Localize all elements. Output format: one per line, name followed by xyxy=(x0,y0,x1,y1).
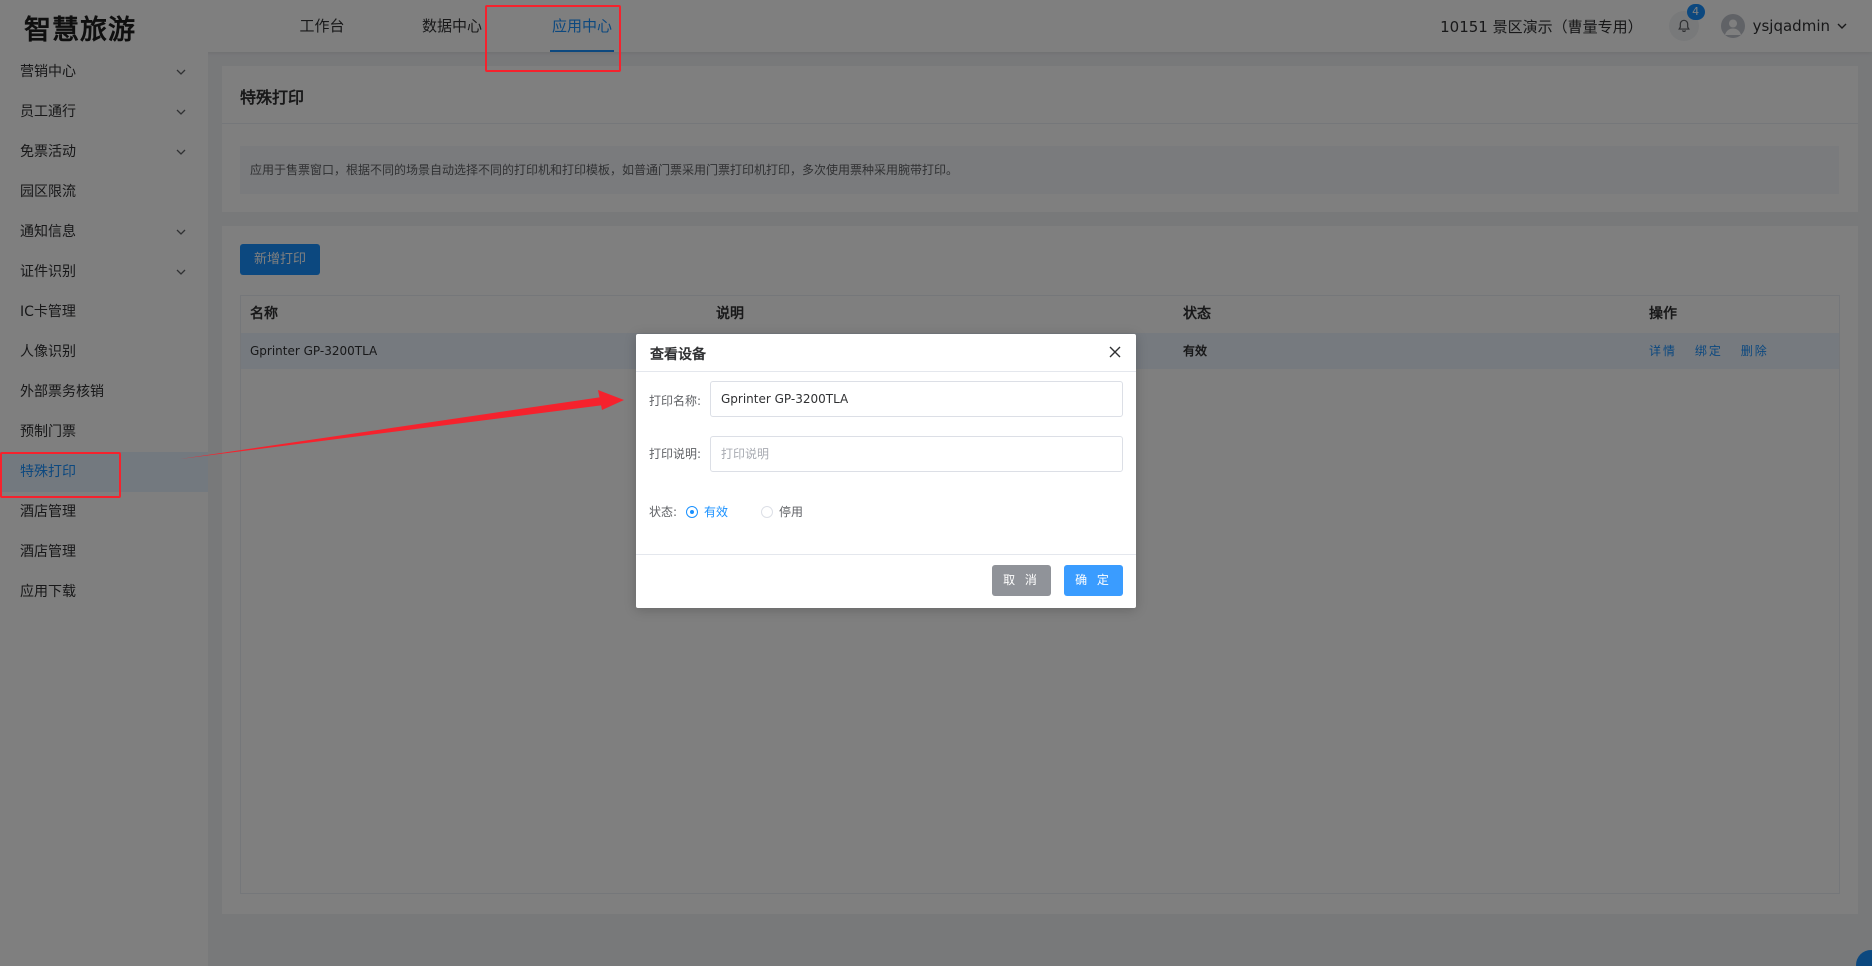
status-radio-valid[interactable]: 有效 xyxy=(686,503,728,520)
radio-dot xyxy=(686,505,698,518)
annotation-box-nav xyxy=(485,5,621,72)
cancel-button[interactable]: 取 消 xyxy=(992,565,1051,596)
print-desc-label: 打印说明: xyxy=(649,447,702,461)
print-name-input[interactable]: Gprinter GP-3200TLA xyxy=(710,381,1123,417)
status-label: 状态: xyxy=(649,505,678,519)
dialog-header-divider xyxy=(636,371,1136,372)
status-radio-disabled[interactable]: 停用 xyxy=(761,503,803,520)
print-name-label: 打印名称: xyxy=(649,394,702,408)
dialog-title: 查看设备 xyxy=(650,347,706,363)
view-device-dialog: 查看设备 打印名称: Gprinter GP-3200TLA 打印说明: 打印说… xyxy=(636,334,1136,608)
annotation-box-sidebar xyxy=(0,452,121,498)
confirm-button[interactable]: 确 定 xyxy=(1064,565,1123,596)
radio-dot xyxy=(761,505,773,518)
radio-label: 有效 xyxy=(704,505,729,519)
radio-label: 停用 xyxy=(779,505,804,519)
dialog-footer-divider xyxy=(636,554,1136,555)
print-desc-input[interactable]: 打印说明 xyxy=(710,436,1123,472)
close-icon[interactable] xyxy=(1108,345,1122,359)
